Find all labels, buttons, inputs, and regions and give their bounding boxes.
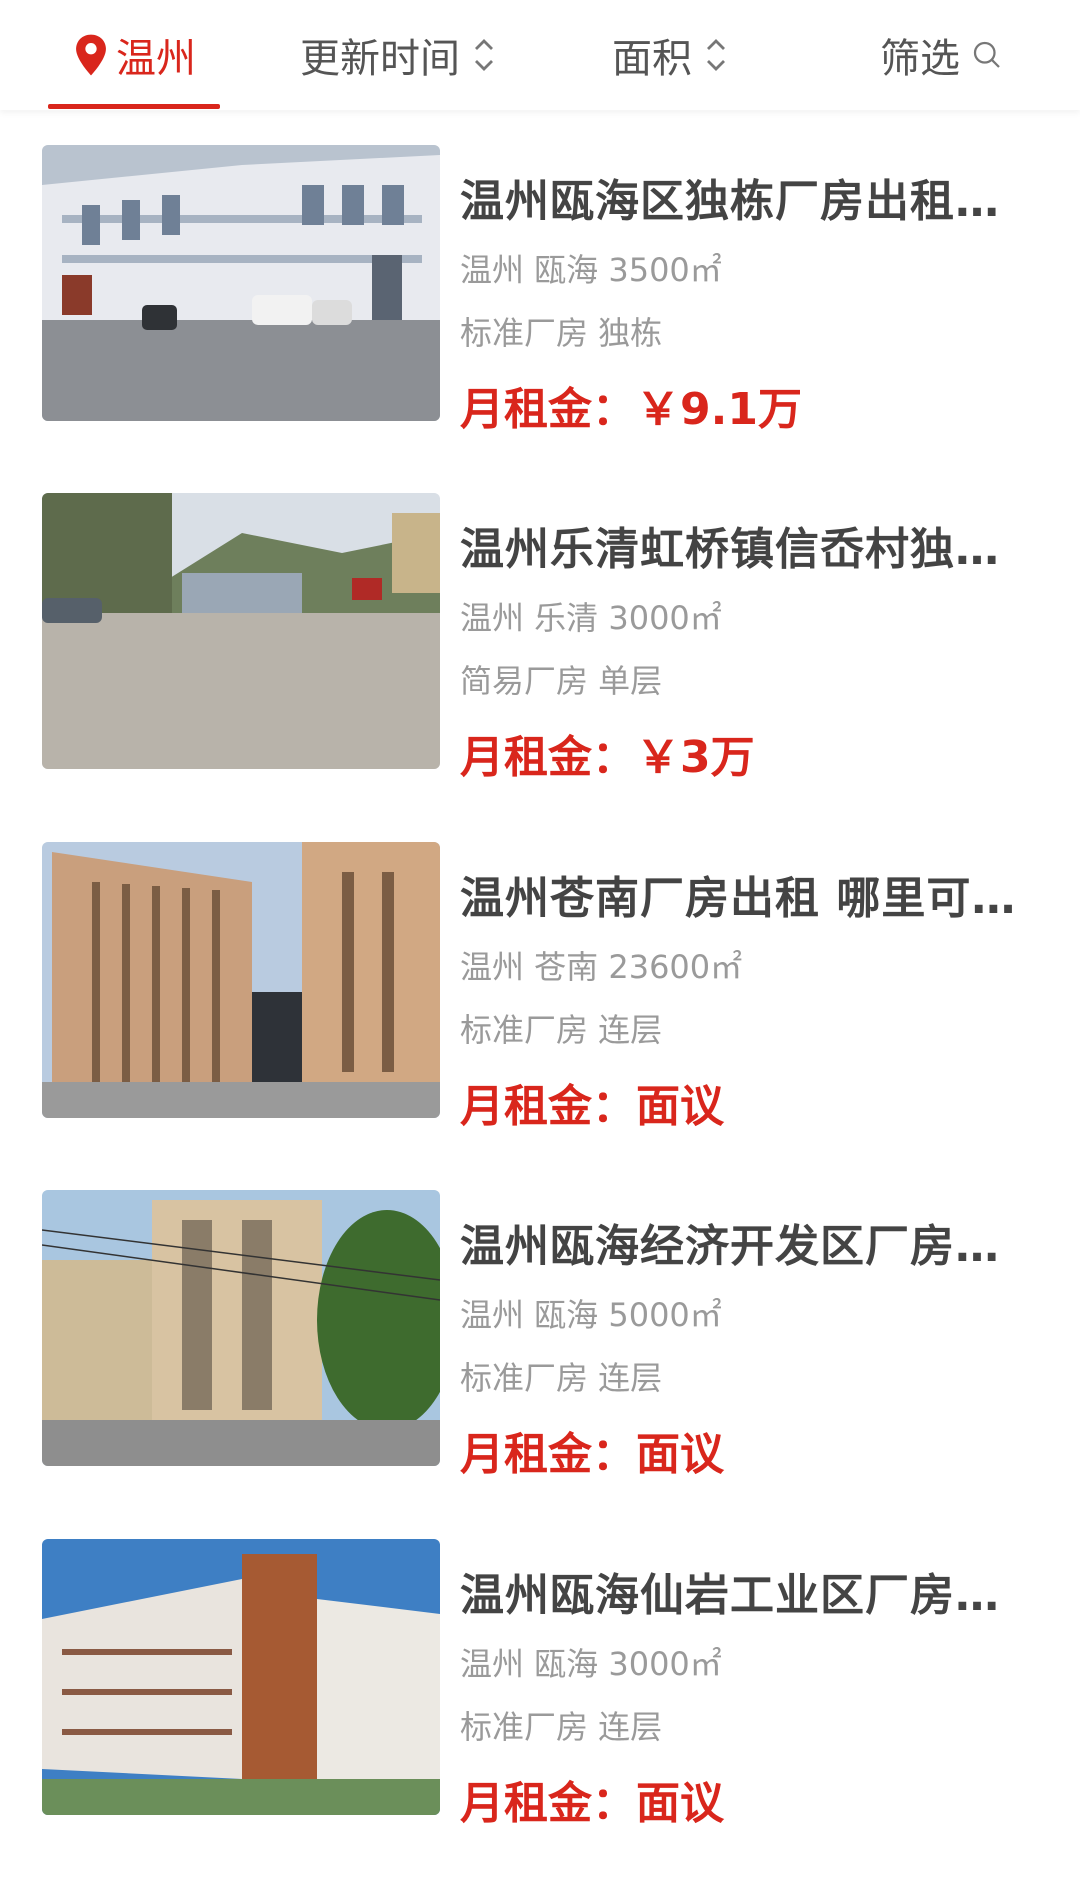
listing-card[interactable]: 温州瓯海区独栋厂房出租… 温州 瓯海 3500㎡ 标准厂房 独栋 月租金：￥9.… — [0, 145, 1080, 445]
listing-price: 月租金：￥3万 — [460, 721, 755, 785]
area-label: 面积 — [612, 36, 692, 82]
listing-card[interactable]: 温州乐清虹桥镇信岙村独… 温州 乐清 3000㎡ 简易厂房 单层 月租金：￥3万 — [0, 493, 1080, 793]
price-value: 面议 — [636, 1081, 724, 1132]
listing-location: 温州 瓯海 3000㎡ — [460, 1645, 722, 1683]
listing-photo — [42, 493, 440, 769]
price-label: 月租金： — [460, 732, 636, 783]
listing-location: 温州 瓯海 3500㎡ — [460, 251, 722, 289]
listing-type: 标准厂房 独栋 — [460, 314, 663, 352]
listing-title: 温州瓯海仙岩工业区厂房… — [460, 1570, 1000, 1621]
listing-location: 温州 瓯海 5000㎡ — [460, 1296, 722, 1334]
listing-type: 标准厂房 连层 — [460, 1011, 663, 1049]
price-value: ￥9.1万 — [636, 384, 802, 435]
listing-title: 温州苍南厂房出租 哪里可… — [460, 873, 1017, 924]
listing-title: 温州乐清虹桥镇信岙村独… — [460, 524, 1000, 575]
search-icon — [973, 41, 1000, 68]
price-label: 月租金： — [460, 384, 636, 435]
listing-card[interactable]: 温州苍南厂房出租 哪里可… 温州 苍南 23600㎡ 标准厂房 连层 月租金：面… — [0, 842, 1080, 1142]
price-label: 月租金： — [460, 1778, 636, 1829]
update-time-sort[interactable]: 更新时间 — [300, 0, 496, 110]
update-time-label: 更新时间 — [300, 36, 460, 82]
price-value: 面议 — [636, 1778, 724, 1829]
price-label: 月租金： — [460, 1081, 636, 1132]
listing-photo — [42, 842, 440, 1118]
sort-updown-icon — [475, 39, 493, 71]
price-label: 月租金： — [460, 1429, 636, 1480]
filter-bar: 温州 更新时间 面积 筛选 — [0, 0, 1080, 110]
active-tab-indicator — [48, 104, 220, 109]
screen-label: 筛选 — [880, 36, 960, 82]
price-value: 面议 — [636, 1429, 724, 1480]
location-filter[interactable]: 温州 — [72, 0, 196, 110]
listing-location: 温州 乐清 3000㎡ — [460, 599, 722, 637]
listing-location: 温州 苍南 23600㎡ — [460, 948, 743, 986]
sort-updown-icon — [707, 39, 725, 71]
listing-photo — [42, 145, 440, 421]
listing-type: 标准厂房 连层 — [460, 1708, 663, 1746]
listing-card[interactable]: 温州瓯海经济开发区厂房… 温州 瓯海 5000㎡ 标准厂房 连层 月租金：面议 — [0, 1190, 1080, 1490]
listing-card[interactable]: 温州瓯海仙岩工业区厂房… 温州 瓯海 3000㎡ 标准厂房 连层 月租金：面议 — [0, 1539, 1080, 1839]
listing-type: 简易厂房 单层 — [460, 662, 663, 700]
listing-type: 标准厂房 连层 — [460, 1359, 663, 1397]
price-value: ￥3万 — [636, 732, 755, 783]
listing-price: 月租金：面议 — [460, 1070, 724, 1134]
listing-price: 月租金：￥9.1万 — [460, 373, 802, 437]
location-pin-icon — [76, 34, 106, 76]
listing-title: 温州瓯海区独栋厂房出租… — [460, 176, 1000, 227]
listing-price: 月租金：面议 — [460, 1418, 724, 1482]
location-filter-label: 温州 — [116, 36, 196, 82]
area-sort[interactable]: 面积 — [612, 0, 728, 110]
screen-filter[interactable]: 筛选 — [880, 0, 1002, 110]
listing-price: 月租金：面议 — [460, 1767, 724, 1831]
listing-photo — [42, 1539, 440, 1815]
listing-photo — [42, 1190, 440, 1466]
listing-title: 温州瓯海经济开发区厂房… — [460, 1221, 1000, 1272]
